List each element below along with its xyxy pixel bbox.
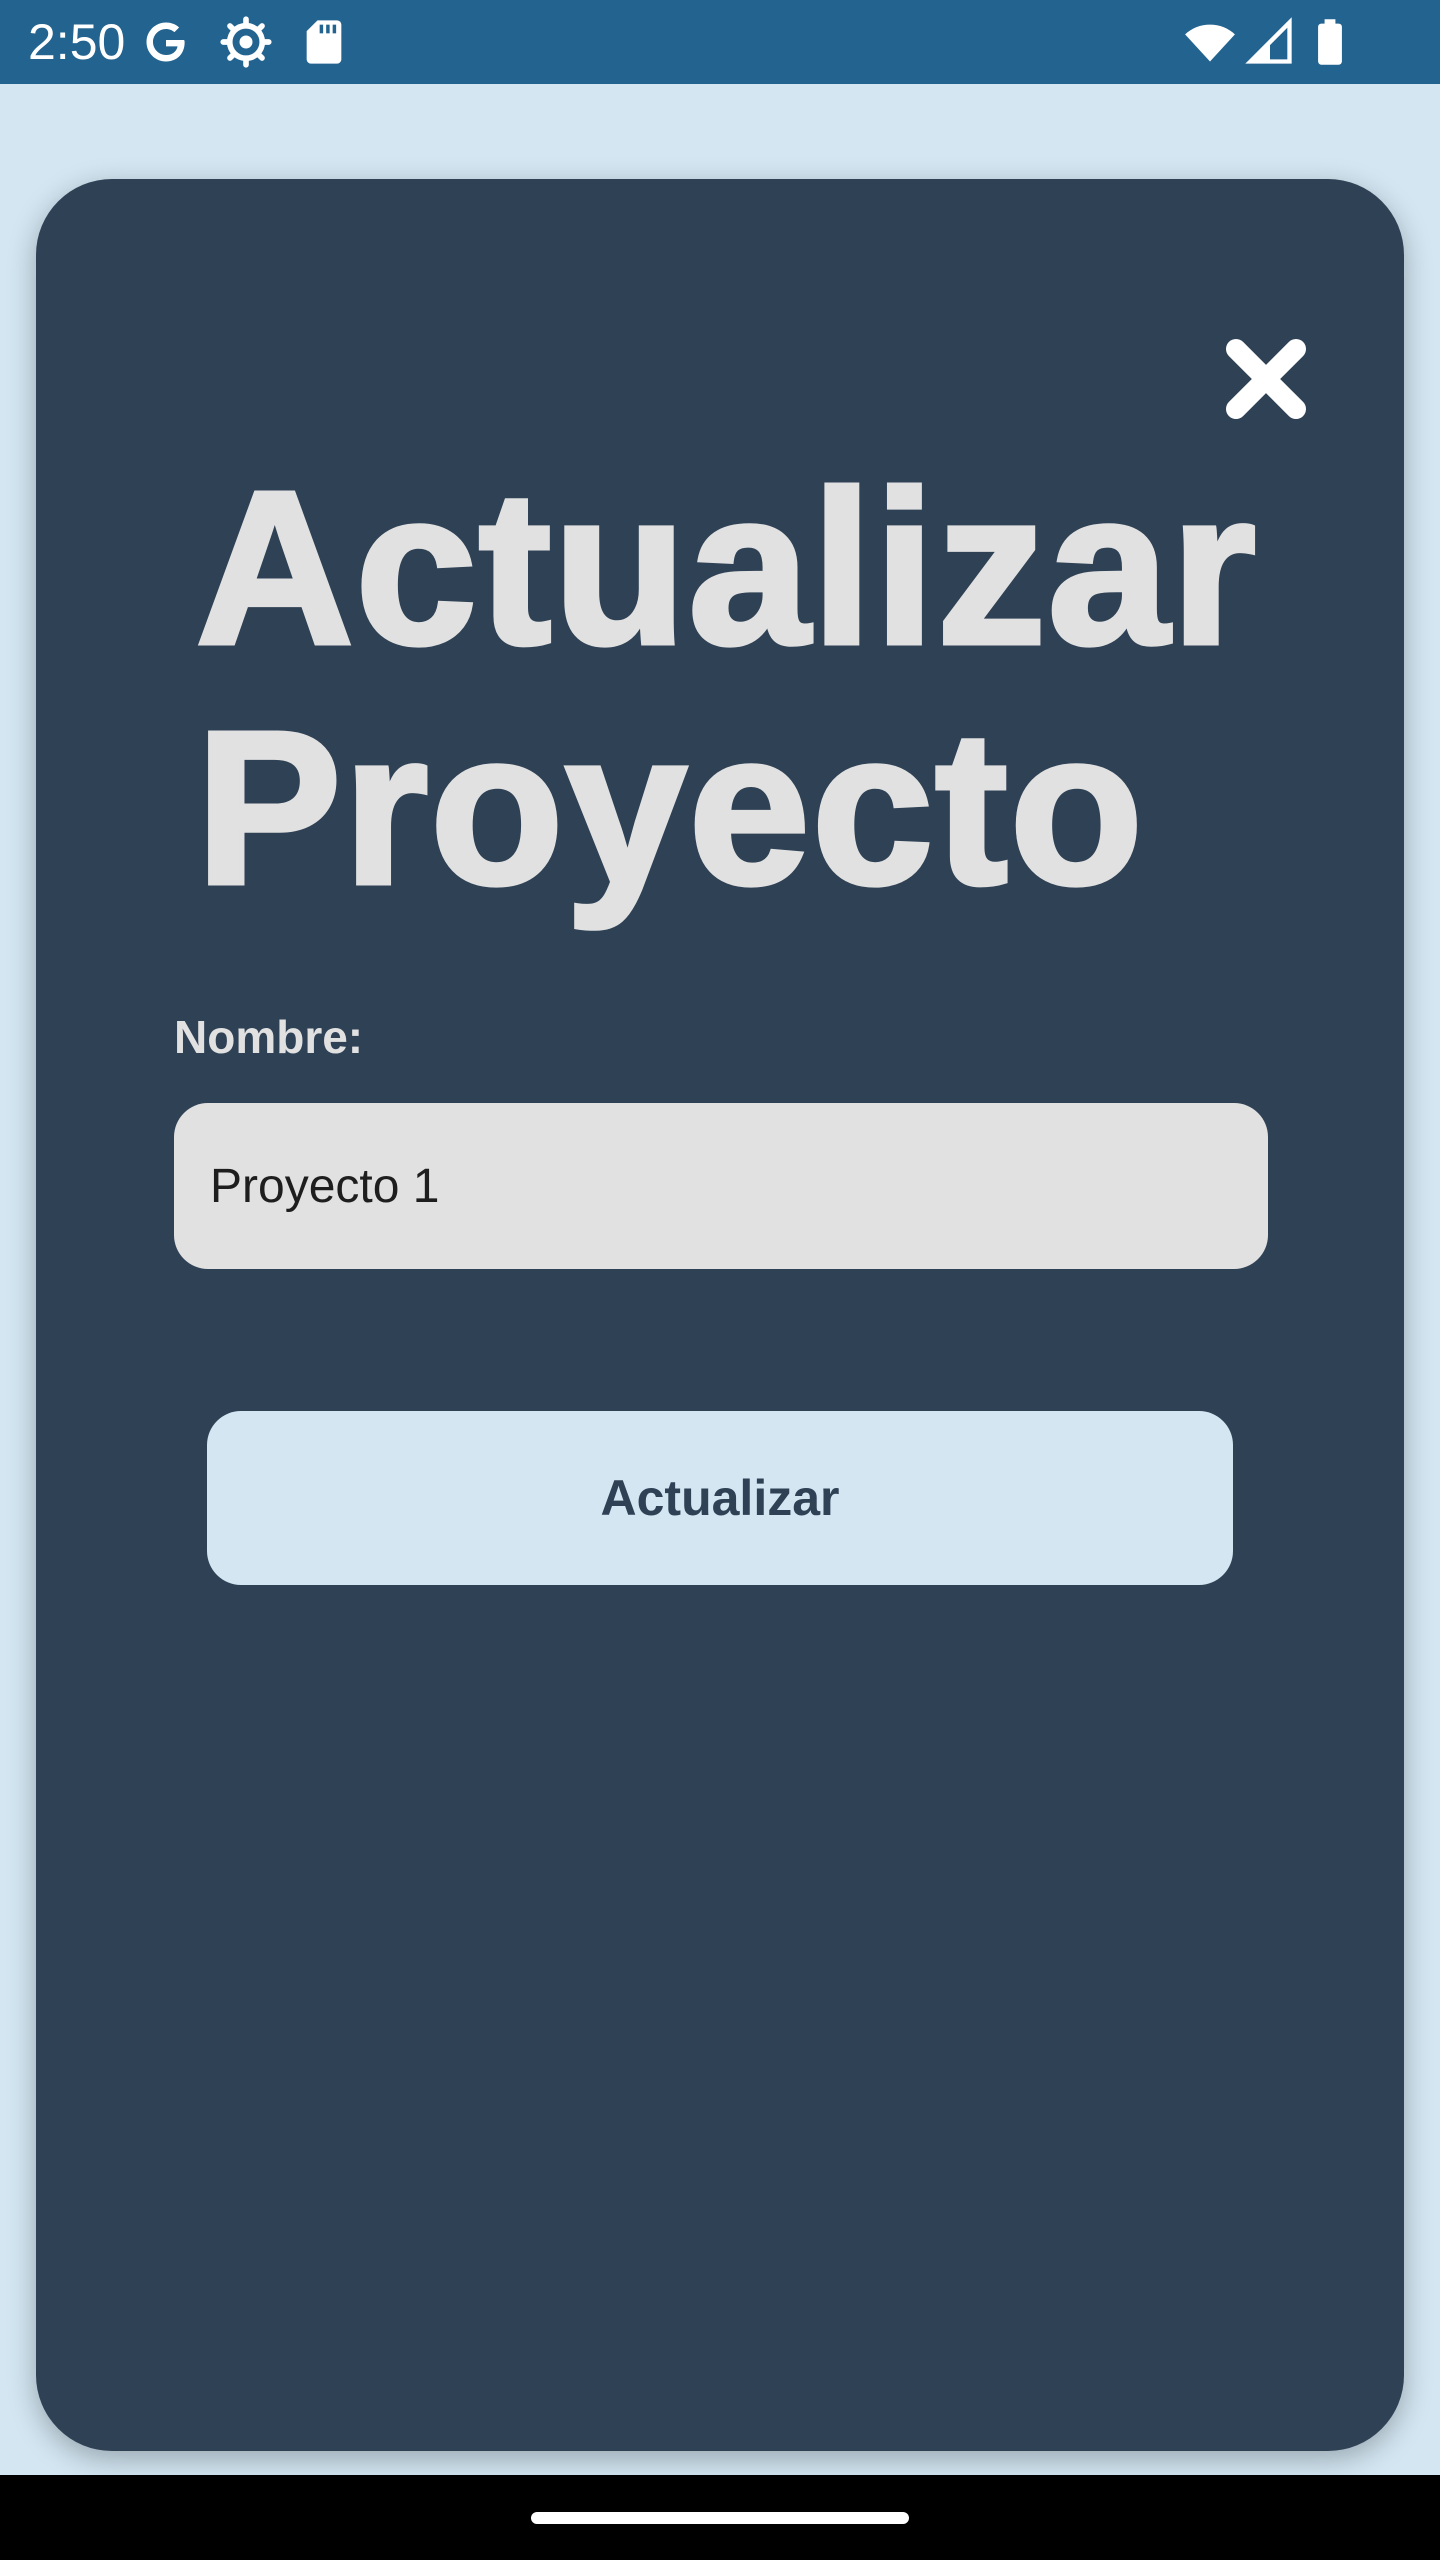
dialog-title: Actualizar Proyecto — [194, 446, 1296, 931]
google-icon — [140, 16, 192, 68]
name-field-label: Nombre: — [174, 1011, 364, 1063]
cell-signal-icon — [1244, 16, 1296, 68]
wifi-icon — [1184, 16, 1236, 68]
close-icon[interactable] — [1216, 329, 1316, 429]
settings-gear-icon — [220, 16, 272, 68]
sd-card-icon — [298, 16, 350, 68]
update-project-dialog: Actualizar Proyecto Nombre: Actualizar — [36, 179, 1404, 2451]
status-bar: 2:50 — [0, 0, 1440, 84]
status-time: 2:50 — [28, 14, 126, 70]
dialog-title-line1: Actualizar — [194, 446, 1259, 691]
home-gesture-handle[interactable] — [531, 2512, 909, 2524]
name-input[interactable] — [174, 1103, 1268, 1269]
battery-icon — [1304, 16, 1356, 68]
dialog-title-line2: Proyecto — [194, 686, 1146, 931]
update-button[interactable]: Actualizar — [207, 1411, 1233, 1585]
